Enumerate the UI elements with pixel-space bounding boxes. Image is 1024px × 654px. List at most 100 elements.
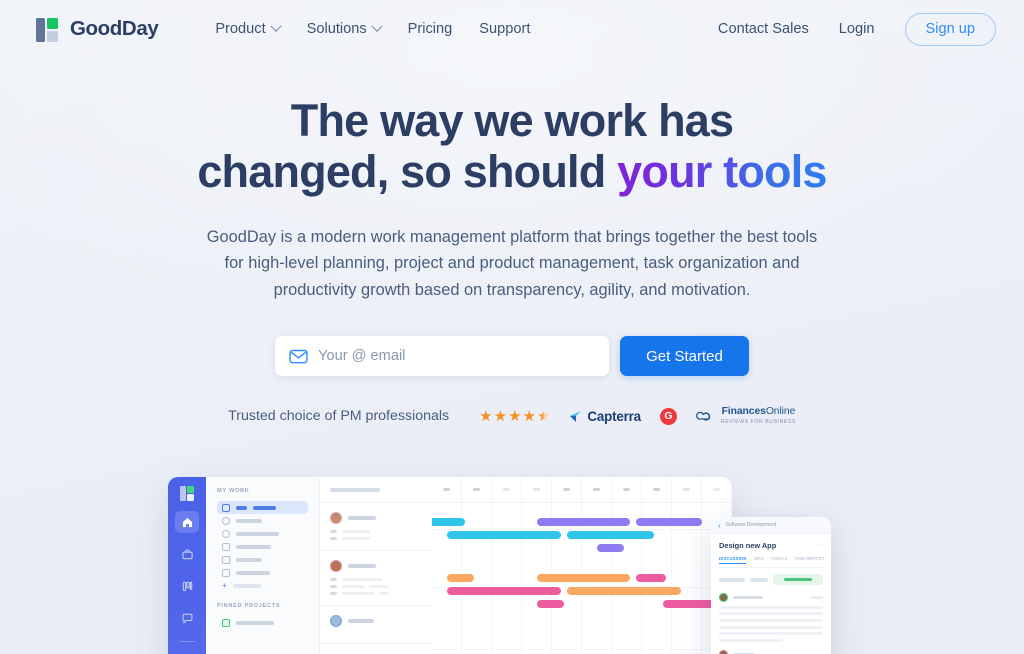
gantt-bar[interactable] [447, 531, 561, 539]
finances-online-badge[interactable]: FinancesOnline REVIEWS FOR BUSINESS [695, 407, 796, 425]
finances-online-text: FinancesOnline REVIEWS FOR BUSINESS [721, 407, 796, 425]
subtext-line-2: for high-level planning, project and pro… [224, 254, 800, 273]
task-meta-row [330, 537, 422, 540]
avatar [719, 650, 728, 654]
task-card[interactable] [320, 551, 432, 606]
nav-item-solutions[interactable]: Solutions [307, 20, 383, 37]
g2-logo-icon: G [659, 407, 677, 425]
list-item[interactable] [217, 514, 308, 527]
item-bar [253, 505, 276, 510]
nav-item-pricing[interactable]: Pricing [408, 21, 453, 37]
gantt-bar[interactable] [447, 587, 561, 595]
task-card[interactable] [320, 606, 432, 644]
item-bar [236, 544, 271, 549]
gantt-bar[interactable] [537, 600, 564, 608]
task-card[interactable] [320, 503, 432, 551]
tab-todo[interactable]: TODO 4 [771, 556, 787, 564]
card-title: Design new App [719, 541, 777, 550]
task-meta-row [330, 585, 422, 588]
task-card-header [330, 615, 422, 627]
nav-label: Support [479, 21, 531, 37]
gantt-chart [432, 477, 732, 654]
chevron-left-icon[interactable]: ‹ [718, 521, 721, 530]
item-bar [236, 505, 247, 510]
contact-sales-link[interactable]: Contact Sales [718, 21, 809, 37]
task-meta-row [330, 578, 422, 581]
gantt-bar[interactable] [537, 518, 630, 526]
chevron-down-icon [371, 20, 383, 32]
gantt-col-header [432, 477, 462, 502]
header-bar [330, 487, 380, 492]
star-rating: ★ ★ ★ ★ ★ [479, 409, 550, 424]
gantt-bar[interactable] [432, 518, 465, 526]
briefcase-icon[interactable] [175, 543, 199, 565]
gantt-bar[interactable] [567, 531, 654, 539]
task-card-header [330, 512, 422, 524]
ellipsis-icon[interactable]: ··· [816, 542, 823, 549]
email-field-wrapper[interactable] [275, 336, 610, 377]
list-item[interactable] [217, 540, 308, 553]
page-title: The way we work has changed, so should y… [0, 95, 1024, 198]
star-icon: ★ [493, 407, 508, 425]
login-link[interactable]: Login [839, 21, 875, 37]
board-columns-icon[interactable] [175, 575, 199, 597]
list-item[interactable] [217, 566, 308, 579]
clock-icon [222, 516, 230, 525]
main-nav: Product Solutions Pricing Support [215, 20, 530, 37]
avatar [330, 615, 342, 627]
task-card-header [330, 560, 422, 572]
item-bar [236, 570, 270, 575]
landing-page: GoodDay Product Solutions Pricing Suppor… [0, 0, 1024, 654]
doc-icon [222, 555, 230, 564]
list-item[interactable] [217, 616, 308, 629]
tab-time-report[interactable]: TIME REPORT [794, 556, 824, 564]
task-meta-row [330, 530, 422, 533]
bell-icon [222, 529, 230, 538]
gantt-bar[interactable] [636, 518, 702, 526]
card-body: Design new App ··· DISCUSSION INFO TODO … [711, 534, 831, 654]
email-input[interactable] [318, 348, 596, 365]
gantt-col-header [642, 477, 672, 502]
list-item[interactable] [217, 501, 308, 514]
gantt-bar[interactable] [537, 574, 630, 582]
fo-subtext: REVIEWS FOR BUSINESS [720, 418, 796, 425]
get-started-button[interactable]: Get Started [620, 336, 749, 377]
subtext-line-1: GoodDay is a modern work management plat… [206, 227, 818, 246]
capterra-badge[interactable]: Capterra [569, 409, 641, 424]
mock-nav-list: MY WORK + PINNED PROJECTS [206, 477, 319, 654]
gantt-col-header [462, 477, 492, 502]
flow-icon [222, 542, 230, 551]
tab-info[interactable]: INFO [753, 556, 764, 564]
headline-gradient: your tools [617, 145, 827, 197]
gantt-bar[interactable] [636, 574, 666, 582]
comment-item [719, 650, 823, 654]
gantt-bar[interactable] [567, 587, 681, 595]
headline-plain: changed, so should [197, 145, 618, 197]
gantt-bar[interactable] [597, 544, 624, 552]
nav-label: Pricing [407, 21, 453, 37]
task-meta-row [330, 592, 422, 595]
fo-light: Online [765, 406, 796, 418]
gantt-col-header [492, 477, 522, 502]
nav-item-support[interactable]: Support [479, 21, 530, 37]
g2-badge[interactable]: G [659, 407, 677, 425]
home-icon[interactable] [175, 511, 199, 533]
brand-logo[interactable]: GoodDay [36, 17, 159, 42]
mock-sidebar [168, 477, 206, 654]
signup-button[interactable]: Sign up [904, 12, 996, 46]
section-pinned-label: PINNED PROJECTS [217, 603, 281, 609]
list-item[interactable] [217, 527, 308, 540]
comment-header [719, 650, 823, 654]
gantt-bar[interactable] [447, 574, 474, 582]
tab-discussion[interactable]: DISCUSSION [719, 556, 747, 564]
item-bar [232, 583, 261, 588]
nav-item-product[interactable]: Product [215, 20, 282, 37]
list-item[interactable]: + [217, 579, 308, 592]
chat-bubble-icon[interactable] [175, 607, 199, 629]
folder-icon [222, 618, 230, 627]
task-title-bar [348, 564, 376, 568]
gantt-col-header [672, 477, 702, 502]
hero-section: The way we work has changed, so should y… [0, 95, 1024, 425]
task-title-bar [348, 619, 374, 623]
list-item[interactable] [217, 553, 308, 566]
